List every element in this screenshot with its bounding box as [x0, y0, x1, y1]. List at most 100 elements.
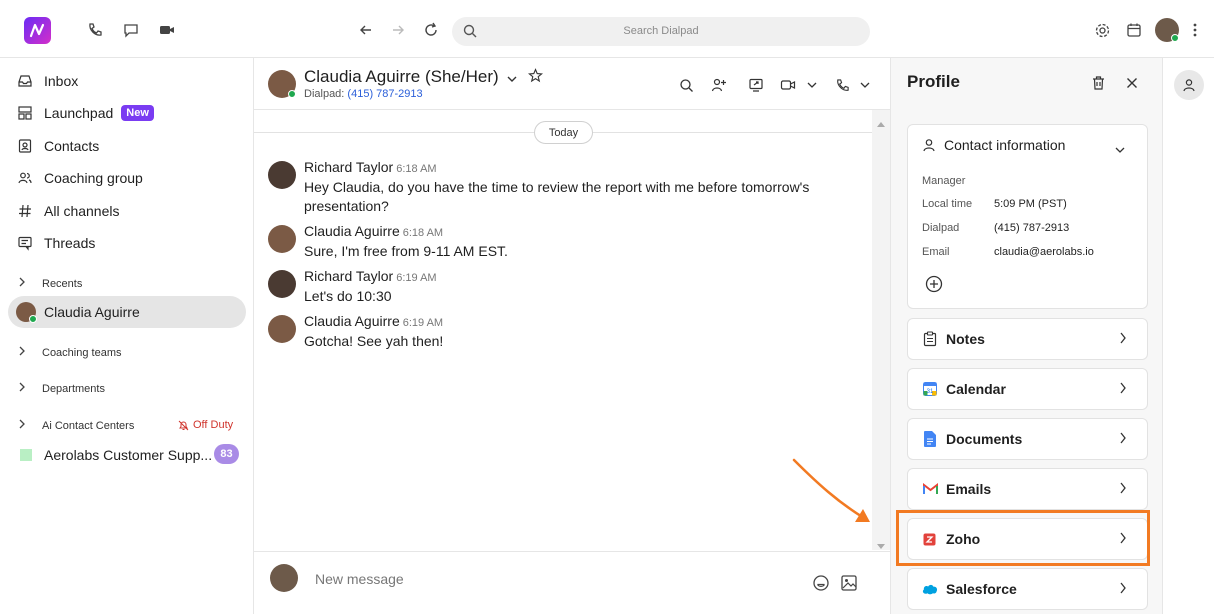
- recents-label: Recents: [42, 277, 83, 290]
- chevron-down-icon[interactable]: [507, 68, 517, 88]
- close-icon[interactable]: [1126, 77, 1138, 92]
- star-icon[interactable]: [528, 67, 544, 88]
- search-icon[interactable]: [676, 75, 696, 95]
- calendar-section[interactable]: 31 Calendar: [907, 368, 1148, 410]
- message-composer: New message: [254, 551, 890, 614]
- message-time: 6:19 AM: [402, 317, 444, 329]
- add-circle-icon[interactable]: [925, 275, 943, 296]
- avatar[interactable]: [268, 70, 296, 98]
- screen-share-icon[interactable]: [746, 75, 766, 95]
- contact-name-heading[interactable]: Claudia Aguirre (She/Her): [304, 67, 544, 88]
- gear-icon[interactable]: [1092, 20, 1112, 40]
- user-avatar[interactable]: [1155, 18, 1179, 42]
- calendar-icon[interactable]: [1124, 20, 1144, 40]
- coaching-teams-section[interactable]: Coaching teams: [18, 346, 122, 359]
- back-arrow-icon[interactable]: [356, 20, 376, 40]
- avatar[interactable]: [268, 315, 296, 343]
- message-input[interactable]: New message: [315, 571, 404, 587]
- sender-name[interactable]: Richard Taylor: [304, 268, 393, 284]
- contact-information-card: Contact information Manager Local time 5…: [907, 124, 1148, 309]
- notes-section[interactable]: Notes: [907, 318, 1148, 360]
- dialpad-value[interactable]: (415) 787-2913: [994, 222, 1069, 234]
- contact-information-header[interactable]: Contact information: [922, 137, 1065, 153]
- online-status-icon: [288, 90, 296, 98]
- sidebar-item-label: Launchpad: [44, 105, 114, 121]
- video-call-icon[interactable]: [778, 75, 798, 95]
- chevron-right-icon: [1119, 482, 1127, 497]
- off-duty-status[interactable]: Off Duty: [178, 419, 233, 431]
- bell-off-icon: [178, 420, 189, 431]
- sidebar-item-launchpad[interactable]: Launchpad New: [16, 102, 154, 124]
- emoji-icon[interactable]: [812, 574, 830, 595]
- sidebar-item-aerolabs-customer-support[interactable]: Aerolabs Customer Supp... 83: [20, 444, 242, 466]
- sender-name[interactable]: Claudia Aguirre: [304, 313, 400, 329]
- message-time: 6:18 AM: [402, 227, 444, 239]
- documents-section[interactable]: Documents: [907, 418, 1148, 460]
- launchpad-icon: [16, 104, 34, 122]
- avatar[interactable]: [268, 161, 296, 189]
- chevron-right-icon: [18, 382, 26, 395]
- scroll-up-arrow-icon[interactable]: [877, 115, 885, 130]
- chevron-down-icon[interactable]: [855, 75, 875, 95]
- avatar[interactable]: [268, 225, 296, 253]
- emails-section[interactable]: Emails: [907, 468, 1148, 510]
- forward-arrow-icon[interactable]: [388, 20, 408, 40]
- dialpad-logo-icon[interactable]: [24, 17, 51, 44]
- departments-section[interactable]: Departments: [18, 382, 105, 395]
- email-value[interactable]: claudia@aerolabs.io: [994, 246, 1094, 258]
- sidebar-item-contacts[interactable]: Contacts: [16, 135, 99, 157]
- message-time: 6:18 AM: [396, 163, 437, 175]
- chat-panel: Claudia Aguirre (She/Her) Dialpad: (415)…: [254, 58, 890, 614]
- recents-section[interactable]: Recents: [18, 277, 82, 290]
- unread-count-badge: 83: [214, 444, 239, 464]
- channel-label: Aerolabs Customer Supp...: [44, 447, 213, 463]
- refresh-icon[interactable]: [421, 20, 441, 40]
- message-header: Richard Taylor 6:19 AM: [304, 268, 437, 284]
- video-icon[interactable]: [157, 20, 177, 40]
- sidebar-item-coaching-group[interactable]: Coaching group: [16, 167, 143, 189]
- chevron-down-icon[interactable]: [802, 75, 822, 95]
- sidebar-item-inbox[interactable]: Inbox: [16, 70, 78, 92]
- annotation-arrow: [792, 458, 870, 522]
- off-duty-label: Off Duty: [193, 419, 234, 431]
- email-label: Email: [922, 246, 950, 258]
- chevron-right-icon: [1119, 582, 1127, 597]
- profile-toggle-button[interactable]: [1174, 70, 1204, 100]
- date-divider: Today: [534, 121, 593, 144]
- sidebar-item-threads[interactable]: Threads: [16, 232, 95, 254]
- section-label: Calendar: [946, 381, 1006, 397]
- message-text: Sure, I'm free from 9-11 AM EST.: [304, 243, 508, 259]
- search-placeholder: Search Dialpad: [623, 25, 699, 37]
- online-status-icon: [29, 315, 37, 323]
- ai-contact-centers-section[interactable]: Ai Contact Centers: [18, 419, 134, 432]
- sidebar-item-label: Coaching group: [44, 170, 143, 186]
- add-person-icon[interactable]: [709, 75, 729, 95]
- person-icon: [922, 138, 936, 152]
- salesforce-section[interactable]: Salesforce: [907, 568, 1148, 610]
- sidebar-item-claudia-aguirre[interactable]: Claudia Aguirre: [8, 296, 246, 328]
- dialpad-number-link[interactable]: (415) 787-2913: [347, 88, 422, 100]
- local-time-label: Local time: [922, 198, 973, 210]
- sender-name[interactable]: Richard Taylor: [304, 159, 393, 175]
- dialpad-label: Dialpad:: [304, 88, 345, 100]
- sender-name[interactable]: Claudia Aguirre: [304, 223, 400, 239]
- threads-icon: [16, 234, 34, 252]
- section-label: Salesforce: [946, 581, 1017, 597]
- avatar[interactable]: [268, 270, 296, 298]
- message-icon[interactable]: [121, 20, 141, 40]
- chevron-right-icon: [1119, 332, 1127, 347]
- search-input[interactable]: Search Dialpad: [452, 17, 870, 46]
- chevron-down-icon[interactable]: [1115, 142, 1125, 157]
- phone-icon[interactable]: [85, 20, 105, 40]
- sidebar-item-all-channels[interactable]: All channels: [16, 200, 120, 222]
- profile-title: Profile: [907, 72, 960, 91]
- left-sidebar: Inbox Launchpad New Contacts Coaching gr…: [0, 58, 254, 614]
- more-options-icon[interactable]: [1185, 20, 1205, 40]
- image-icon[interactable]: [840, 574, 858, 595]
- phone-call-icon[interactable]: [832, 75, 852, 95]
- chat-header: Claudia Aguirre (She/Her) Dialpad: (415)…: [254, 58, 890, 110]
- avatar: [270, 564, 298, 592]
- contact-subtitle: Dialpad: (415) 787-2913: [304, 88, 423, 100]
- trash-icon[interactable]: [1091, 75, 1106, 94]
- message-text: Hey Claudia, do you have the time to rev…: [304, 179, 810, 214]
